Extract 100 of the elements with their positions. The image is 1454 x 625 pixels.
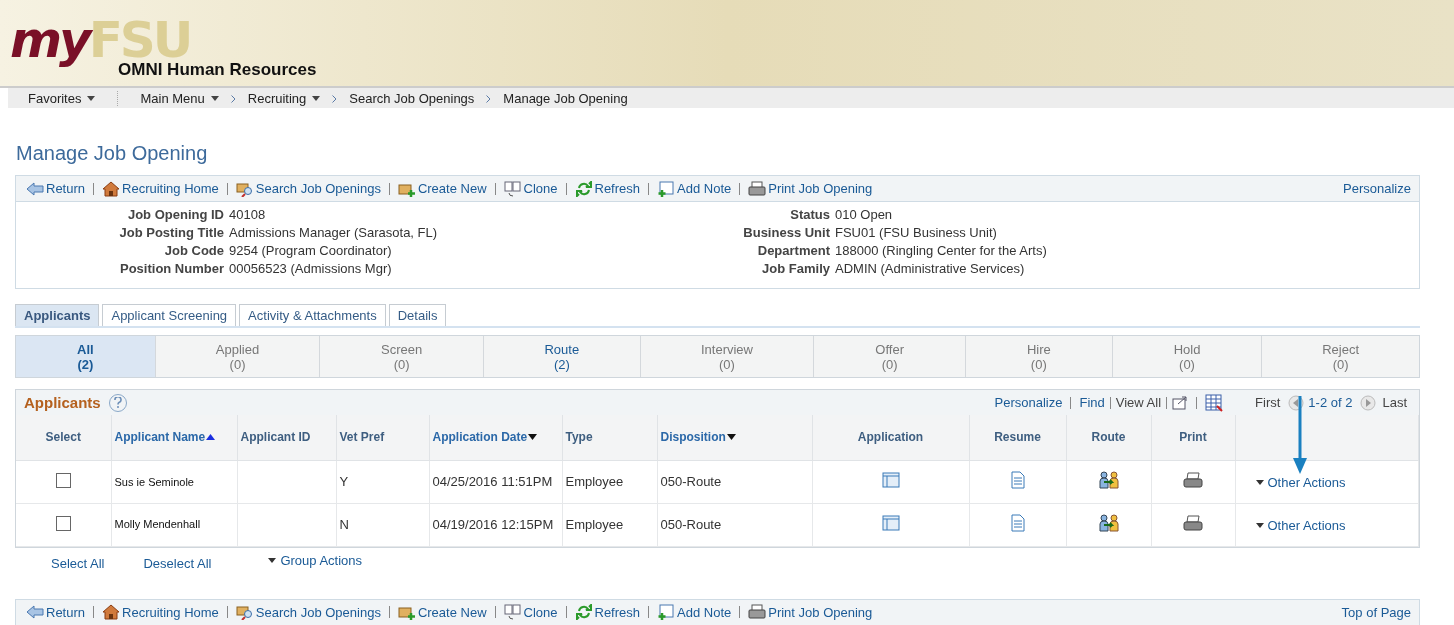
- toolbar-link[interactable]: Clone: [503, 180, 558, 197]
- toolbar-link[interactable]: Search Job Openings: [235, 180, 381, 197]
- toolbar-link[interactable]: Add Note: [657, 604, 732, 620]
- toolbar-link[interactable]: Clone: [503, 604, 558, 620]
- printer-icon[interactable]: [1183, 472, 1203, 488]
- first-link[interactable]: First: [1255, 395, 1281, 410]
- back-arrow-icon: [26, 604, 44, 620]
- column-header[interactable]: Vet Pref: [339, 430, 385, 445]
- checkbox[interactable]: [55, 472, 71, 488]
- chevron-icon: [486, 94, 492, 103]
- other-actions-link[interactable]: Other Actions: [1255, 518, 1346, 533]
- toolbar-link[interactable]: Add Note: [657, 180, 732, 197]
- deselect-all-link[interactable]: Deselect All: [143, 555, 212, 571]
- next-icon[interactable]: [1360, 394, 1377, 411]
- printer-icon: [748, 180, 767, 197]
- caret-icon: [1255, 480, 1264, 485]
- other-actions-link[interactable]: Other Actions: [1255, 475, 1346, 490]
- caret-icon: [210, 95, 219, 101]
- toolbar-link[interactable]: Return: [26, 604, 86, 620]
- field-value: ADMIN (Administrative Services): [835, 260, 1026, 277]
- toolbar-link[interactable]: Refresh: [574, 180, 641, 197]
- refresh-icon: [574, 180, 593, 197]
- tab[interactable]: Applicants: [15, 304, 100, 326]
- status-filter[interactable]: Reject (0): [1262, 336, 1419, 377]
- top-of-page-link[interactable]: Top of Page: [1341, 604, 1411, 620]
- field-value: 40108: [229, 206, 267, 223]
- status-filter[interactable]: Interview (0): [640, 336, 815, 377]
- status-filter[interactable]: All (2): [16, 336, 156, 377]
- personalize-link[interactable]: Personalize: [1343, 181, 1411, 196]
- breadcrumb-link[interactable]: Search Job Openings: [349, 90, 475, 106]
- toolbar-link[interactable]: Search Job Openings: [235, 604, 381, 620]
- window-icon[interactable]: [881, 515, 900, 531]
- briefcase-plus-icon: [397, 604, 416, 620]
- status-filter[interactable]: Offer (0): [814, 336, 966, 377]
- toolbar-link[interactable]: Return: [26, 180, 86, 197]
- group-actions-link[interactable]: Group Actions: [268, 552, 363, 568]
- find-link[interactable]: Find: [1079, 395, 1105, 410]
- toolbar-link[interactable]: Recruiting Home: [102, 180, 219, 197]
- page-range[interactable]: 1-2 of 2: [1308, 395, 1353, 410]
- toolbar-link[interactable]: Refresh: [574, 604, 641, 620]
- field-value: 010 Open: [835, 206, 894, 223]
- status-filter[interactable]: Hire (0): [965, 336, 1113, 377]
- toolbar-link[interactable]: Create New: [397, 180, 487, 197]
- status-filter[interactable]: Route (2): [484, 336, 641, 377]
- sort-descending-icon: [726, 434, 736, 441]
- last-link[interactable]: Last: [1382, 395, 1407, 410]
- toolbar-link[interactable]: Recruiting Home: [102, 604, 219, 620]
- status-filter[interactable]: Hold (0): [1112, 336, 1263, 377]
- new-window-icon[interactable]: [1172, 395, 1189, 410]
- table-cell: N: [339, 517, 349, 532]
- field-value: 188000 (Ringling Center for the Arts): [835, 242, 1048, 259]
- column-header[interactable]: Resume: [994, 430, 1041, 445]
- tab[interactable]: Details: [388, 304, 447, 326]
- view-all-link[interactable]: View All: [1115, 395, 1162, 410]
- select-all-link[interactable]: Select All: [51, 555, 105, 571]
- people-arrow-icon[interactable]: [1098, 471, 1119, 489]
- status-filter[interactable]: Screen (0): [320, 336, 484, 377]
- column-header[interactable]: Route: [1091, 430, 1126, 445]
- table-cell: Y: [339, 474, 349, 489]
- table-cell: Sus ie Seminole: [114, 476, 194, 488]
- table-cell: Employee: [565, 474, 624, 489]
- column-header[interactable]: Type: [565, 430, 593, 445]
- breadcrumb-link[interactable]: Recruiting: [247, 90, 321, 106]
- checkbox[interactable]: [55, 515, 71, 531]
- toolbar-link[interactable]: Print Job Opening: [748, 604, 873, 620]
- breadcrumb-link[interactable]: Main Menu: [140, 90, 219, 106]
- breadcrumb-link[interactable]: Favorites: [28, 90, 119, 106]
- column-header[interactable]: Disposition: [660, 430, 736, 445]
- spreadsheet-icon[interactable]: [1205, 393, 1224, 412]
- field-label: Position Number: [119, 260, 224, 277]
- page-title: Manage Job Opening: [16, 142, 209, 165]
- table-cell: Molly Mendenhall: [114, 517, 201, 530]
- status-filter[interactable]: Applied (0): [155, 336, 321, 377]
- document-icon[interactable]: [1010, 471, 1025, 489]
- caret-icon: [312, 95, 321, 101]
- house-icon: [102, 180, 121, 197]
- field-value: 9254 (Program Coordinator): [229, 242, 393, 259]
- tab[interactable]: Applicant Screening: [102, 304, 237, 326]
- document-icon[interactable]: [1010, 514, 1025, 532]
- column-header[interactable]: Select: [45, 430, 81, 445]
- field-value: Admissions Manager (Sarasota, FL): [229, 224, 439, 241]
- table-cell: 04/19/2016 12:15PM: [432, 517, 554, 532]
- window-icon[interactable]: [881, 472, 900, 488]
- printer-icon[interactable]: [1183, 515, 1203, 531]
- chevron-icon: [230, 94, 236, 103]
- breadcrumb-link[interactable]: Manage Job Opening: [503, 90, 628, 106]
- field-label: Job Family: [761, 260, 830, 277]
- people-arrow-icon[interactable]: [1098, 514, 1119, 532]
- column-header[interactable]: Print: [1179, 430, 1207, 445]
- personalize-link[interactable]: Personalize: [994, 395, 1063, 410]
- caret-icon: [268, 557, 277, 563]
- field-label: Department: [756, 242, 830, 259]
- tab[interactable]: Activity & Attachments: [239, 304, 386, 326]
- column-header[interactable]: Application: [857, 430, 924, 445]
- note-plus-icon: [657, 604, 676, 620]
- field-value: FSU01 (FSU Business Unit): [835, 224, 998, 241]
- toolbar-link[interactable]: Create New: [397, 604, 487, 620]
- toolbar-link[interactable]: Print Job Opening: [748, 180, 873, 197]
- previous-icon[interactable]: [1288, 394, 1305, 411]
- field-label: Job Opening ID: [126, 206, 224, 223]
